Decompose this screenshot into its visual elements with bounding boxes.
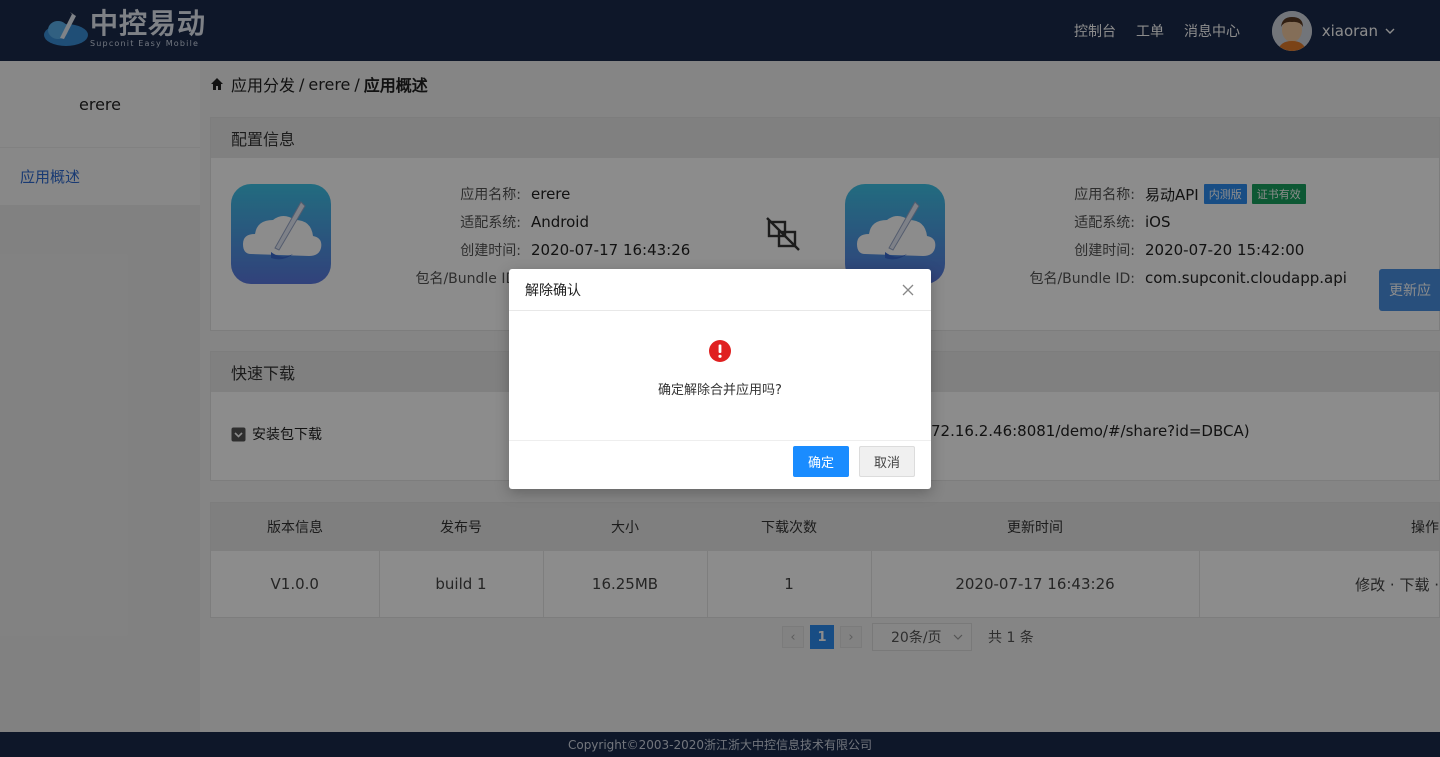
- cancel-button[interactable]: 取消: [859, 446, 915, 477]
- confirm-button[interactable]: 确定: [793, 446, 849, 477]
- warning-icon: [709, 340, 731, 362]
- unbind-confirm-dialog: 解除确认 确定解除合并应用吗? 确定 取消: [509, 269, 931, 489]
- close-icon[interactable]: [901, 283, 915, 297]
- dialog-title: 解除确认: [525, 282, 581, 299]
- dialog-message: 确定解除合并应用吗?: [658, 383, 782, 398]
